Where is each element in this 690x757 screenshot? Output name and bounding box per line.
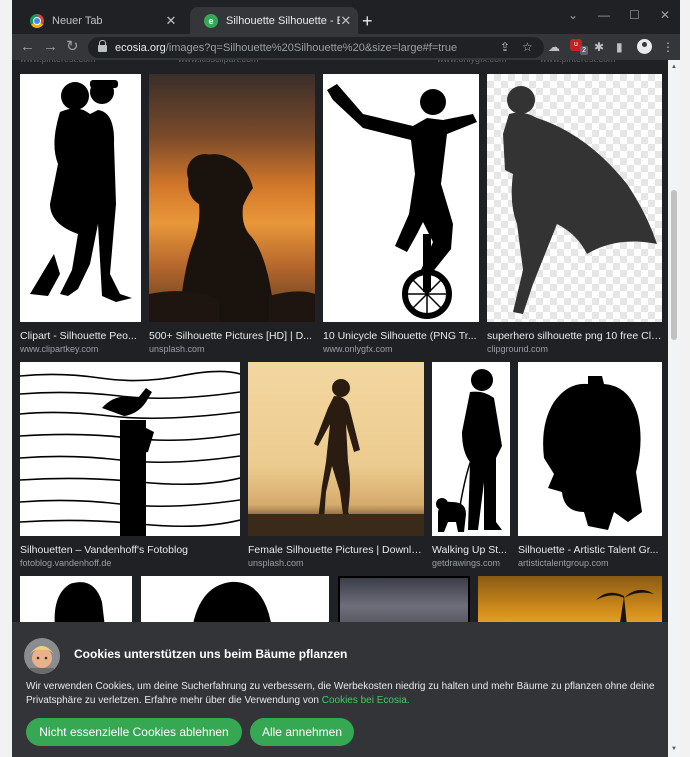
ecosia-mascot-icon (24, 638, 60, 674)
tab-search-icon[interactable]: ⌄ (568, 8, 578, 22)
result-caption[interactable]: Silhouetten – Vandenhoff's Fotoblog (20, 544, 240, 556)
result-thumbnail[interactable] (323, 74, 479, 322)
browser-window: Neuer Tab ✕ e Silhouette Silhouette - Ec… (12, 0, 680, 757)
extension-badge-count: 2 (580, 46, 588, 55)
result-thumbnail[interactable] (248, 362, 424, 536)
result-source[interactable]: unsplash.com (149, 344, 315, 354)
result-thumbnail[interactable] (20, 362, 240, 536)
cutoff-source-text: www.pinterest.com (540, 60, 616, 64)
reload-icon[interactable]: ↻ (66, 37, 79, 57)
bookmark-star-icon[interactable]: ☆ (522, 39, 533, 55)
close-tab-icon[interactable]: ✕ (162, 13, 180, 29)
result-thumbnail[interactable] (20, 74, 141, 322)
close-window-button[interactable]: ✕ (660, 8, 670, 22)
chrome-icon (30, 13, 44, 28)
result-caption[interactable]: Clipart - Silhouette Peo... (20, 330, 141, 342)
cookie-heading: Cookies unterstützen uns beim Bäume pfla… (74, 647, 348, 661)
profile-avatar-icon[interactable] (637, 39, 652, 54)
scroll-up-arrow-icon[interactable]: ▲ (671, 64, 677, 70)
new-tab-button[interactable]: + (362, 12, 373, 30)
forward-arrow-icon[interactable]: → (43, 37, 58, 57)
lock-icon[interactable] (98, 40, 107, 52)
reject-cookies-button[interactable]: Nicht essenzielle Cookies ablehnen (26, 718, 242, 746)
result-source[interactable]: www.clipartkey.com (20, 344, 141, 354)
close-tab-icon[interactable]: ✕ (340, 13, 352, 29)
tab-ecosia-images[interactable]: e Silhouette Silhouette - Ecosia - Im ✕ (190, 7, 358, 34)
result-caption[interactable]: 500+ Silhouette Pictures [HD] | D... (149, 330, 315, 342)
url-host: ecosia.org (115, 41, 166, 54)
menu-kebab-icon[interactable]: ⋮ (662, 39, 674, 55)
page-scrollbar[interactable]: ▲ ▼ (668, 60, 680, 757)
result-thumbnail[interactable] (518, 362, 662, 536)
minimize-button[interactable]: — (598, 8, 610, 22)
cutoff-source-text: www.kissclipart.com (178, 60, 259, 64)
tab-strip: Neuer Tab ✕ e Silhouette Silhouette - Ec… (12, 0, 680, 34)
result-caption[interactable]: Walking Up St... (432, 544, 510, 556)
puzzle-extensions-icon[interactable]: ✱ (594, 39, 604, 55)
result-caption[interactable]: 10 Unicycle Silhouette (PNG Tr... (323, 330, 479, 342)
tab-title: Silhouette Silhouette - Ecosia - Im (226, 14, 340, 27)
cookie-body: Wir verwenden Cookies, um deine Sucherfa… (26, 680, 662, 708)
result-source[interactable]: getdrawings.com (432, 558, 510, 568)
result-source[interactable]: fotoblog.vandenhoff.de (20, 558, 240, 568)
scrollbar-thumb[interactable] (671, 190, 677, 340)
result-source[interactable]: unsplash.com (248, 558, 424, 568)
cookie-policy-link[interactable]: Cookies bei Ecosia. (322, 695, 410, 706)
result-caption[interactable]: Female Silhouette Pictures | Downlo... (248, 544, 424, 556)
extension-icon[interactable]: ☁ (548, 39, 560, 55)
tab-new-tab[interactable]: Neuer Tab ✕ (16, 7, 186, 34)
cutoff-source-text: www.pinterest.com (20, 60, 96, 64)
result-source[interactable]: www.onlygfx.com (323, 344, 479, 354)
maximize-button[interactable]: ☐ (629, 8, 640, 22)
share-icon[interactable]: ⇪ (500, 39, 510, 55)
cookie-banner: Cookies unterstützen uns beim Bäume pfla… (12, 622, 668, 757)
result-source[interactable]: artistictalentgroup.com (518, 558, 662, 568)
cutoff-source-text: www.onlygfx.com (437, 60, 507, 64)
side-panel-icon[interactable]: ▮ (616, 39, 623, 55)
accept-cookies-button[interactable]: Alle annehmen (250, 718, 354, 746)
adblock-extension-icon[interactable]: u2 (570, 39, 588, 55)
url-path: /images?q=Silhouette%20Silhouette%20&siz… (165, 41, 458, 54)
result-caption[interactable]: Silhouette - Artistic Talent Gr... (518, 544, 662, 556)
back-arrow-icon[interactable]: ← (20, 37, 35, 57)
result-thumbnail[interactable] (149, 74, 315, 322)
browser-toolbar: ← → ↻ ecosia.org /images?q=Silhouette%20… (12, 34, 680, 60)
result-caption[interactable]: superhero silhouette png 10 free Cli... (487, 330, 662, 342)
result-source[interactable]: clipground.com (487, 344, 662, 354)
ecosia-icon: e (204, 13, 218, 28)
result-thumbnail[interactable] (487, 74, 662, 322)
address-bar[interactable]: ecosia.org /images?q=Silhouette%20Silhou… (88, 37, 544, 58)
result-thumbnail[interactable] (432, 362, 510, 536)
scroll-down-arrow-icon[interactable]: ▼ (671, 746, 677, 752)
tab-title: Neuer Tab (52, 14, 103, 27)
